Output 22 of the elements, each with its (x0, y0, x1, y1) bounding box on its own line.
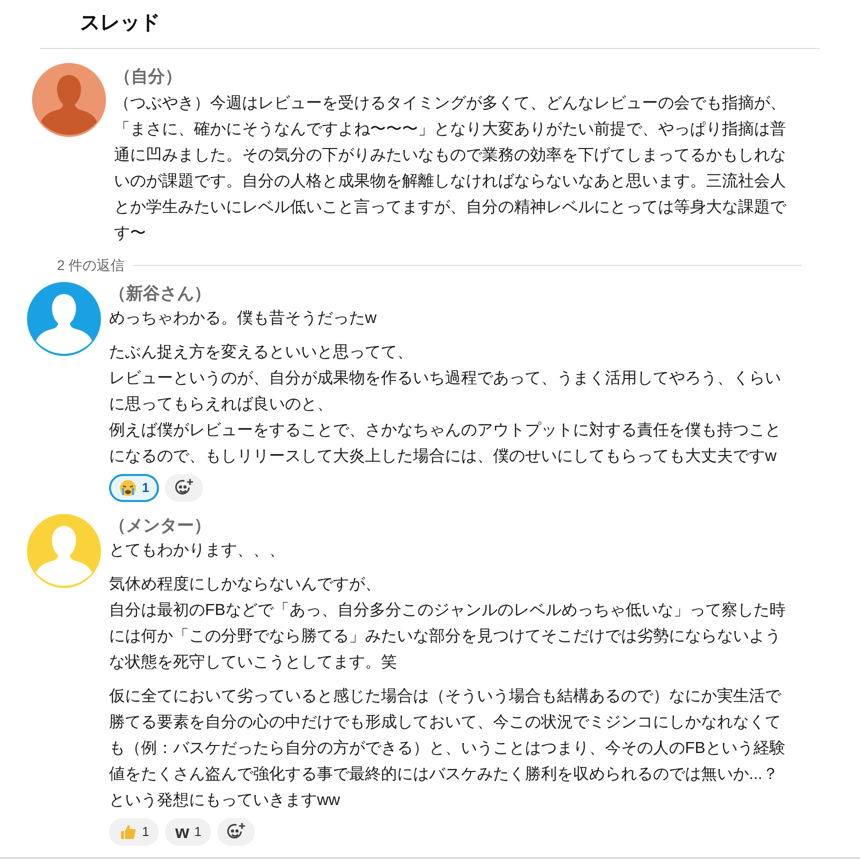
reaction-button[interactable]: w 1 (165, 818, 212, 846)
author-name: （新谷さん） (109, 283, 212, 305)
reaction-button[interactable]: 1 (109, 818, 160, 846)
thread-title: スレッド (80, 12, 160, 34)
message-text: めっちゃわかる。僕も昔そうだったw (109, 308, 378, 329)
message-text: たぶん捉え方を変えるといいと思ってて、 (109, 342, 414, 363)
message-text: 気休め程度にしかならないんですが、 (109, 574, 382, 595)
crying-face-icon (119, 479, 137, 497)
reaction-symbol: w (175, 823, 190, 841)
message-text: とてもわかります、、、 (109, 541, 286, 561)
message-text: 仮に全てにおいて劣っていると感じた場合は（そういう場合も結構あるので）なにか実生活で勝てる要素を自分の心の中だけでも形成しておいて、今この状況でミジンコにしかなれなくても（例：バスケだったら自分の方ができる）と、いうことはつまり、今その人のFBという経験値をたくさん盗んで強化する事で最終的にはバスケみたく勝利を収められるのでは無いか...？という発想にもっていきますww (109, 686, 786, 811)
author-name: （メンター） (109, 515, 212, 537)
message-text: 自分は最初のFBなどで「あっ、自分多分このジャンルのレベルめっちゃ低いな」って察した時には何か「この分野でなら勝てる」みたいな部分を見つけてそこだけでは劣勢にならないような状態を死守していこうとしてます。笑 (109, 600, 786, 673)
author-name: （自分） (114, 66, 183, 88)
add-reaction-button[interactable] (217, 818, 256, 846)
message-text: 例えば僕がレビューをすることで、さかなちゃんのアウトプットに対する責任を僕も持つことになるので、もしリリースして大炎上した場合には、僕のせいにしてもらっても大丈夫ですw (109, 420, 782, 467)
thumbs-up-icon (119, 823, 137, 841)
message-text: （つぶやき）今週はレビューを受けるタイミングが多くて、どんなレビューの会でも指摘が、「まさに、確かにそうなんですよね〜〜〜」となり大変ありがたい前提で、やっぱり指摘は普通に凹みました。その気分の下がりみたいなもので業務の効率を下げてしまってるかもしれないのが課題です。自分の人格と成果物を解離しなければならないなあと思います。三流社会人とか学生みたいにレベル低いこと言ってますが、自分の精神レベルにとっては等身大な課題です〜 (114, 94, 788, 244)
reply-count: 2 件の返信 (57, 256, 125, 275)
add-reaction-button[interactable] (165, 474, 204, 502)
message-text: レビューというのが、自分が成果物を作るいち過程であって、うまく活用してやろう、くらいに思ってもらえれば良いのと、 (109, 368, 782, 415)
reaction-button[interactable]: 1 (109, 474, 160, 502)
